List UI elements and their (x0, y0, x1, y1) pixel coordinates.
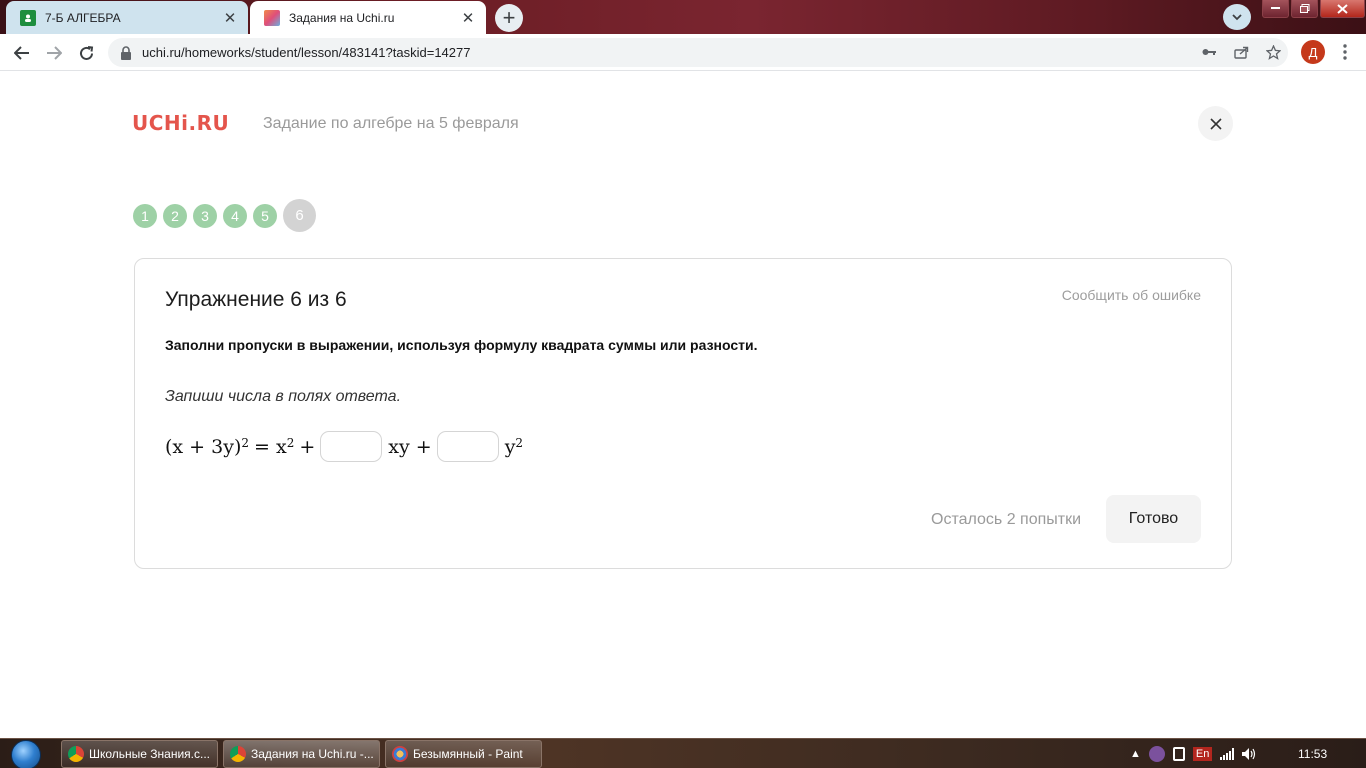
kebab-menu-icon[interactable] (1335, 40, 1355, 64)
formula-lhs-exponent: 2 (241, 435, 250, 450)
uchi-favicon-icon (264, 9, 280, 26)
tab-label: 7-Б АЛГЕБРА (45, 10, 121, 25)
window-controls (1262, 0, 1366, 18)
step-6-current[interactable]: 6 (283, 199, 316, 232)
done-button[interactable]: Готово (1106, 495, 1201, 543)
forward-arrow-icon[interactable] (41, 40, 67, 66)
taskbar-item-label: Безымянный - Paint (413, 747, 523, 761)
taskbar-item-paint[interactable]: Безымянный - Paint (385, 740, 542, 768)
windows-start-icon (11, 740, 41, 768)
browser-tab-strip: 7-Б АЛГЕБРА ✕ Задания на Uchi.ru ✕ + (0, 0, 1366, 34)
profile-avatar[interactable]: Д (1301, 40, 1325, 64)
key-icon[interactable] (1200, 43, 1218, 61)
url-text: uchi.ru/homeworks/student/lesson/483141?… (142, 45, 471, 60)
exercise-hint: Запиши числа в полях ответа. (165, 388, 402, 405)
tab-search-icon[interactable] (1223, 4, 1251, 30)
chrome-icon (68, 746, 84, 762)
viber-icon[interactable] (1148, 746, 1165, 762)
taskbar-item-label: Задания на Uchi.ru -... (251, 747, 374, 761)
window-close-icon[interactable] (1320, 0, 1365, 18)
network-icon[interactable] (1220, 748, 1235, 760)
system-tray: ▲ En (1130, 739, 1256, 768)
formula-xy-plus: xy + (388, 435, 432, 458)
homework-title: Задание по алгебре на 5 февраля (263, 115, 519, 132)
close-tab-icon[interactable]: ✕ (458, 8, 478, 28)
classroom-icon (20, 9, 36, 26)
formula: (x + 3y) 2 = x2 + xy + y2 (165, 431, 523, 462)
windows-taskbar: Школьные Знания.с... Задания на Uchi.ru … (0, 738, 1366, 768)
exercise-steps: 1 2 3 4 5 6 (133, 199, 322, 232)
reload-icon[interactable] (73, 40, 99, 66)
tab-label: Задания на Uchi.ru (289, 10, 395, 25)
exercise-instruction: Заполни пропуски в выражении, используя … (165, 337, 758, 353)
close-icon[interactable] (1198, 106, 1233, 141)
report-error-link[interactable]: Сообщить об ошибке (1062, 287, 1201, 303)
tab-uchi[interactable]: Задания на Uchi.ru ✕ (250, 1, 486, 34)
bookmark-star-icon[interactable] (1264, 43, 1282, 61)
tab-algebra[interactable]: 7-Б АЛГЕБРА ✕ (6, 1, 248, 34)
step-3[interactable]: 3 (193, 203, 217, 228)
step-1[interactable]: 1 (133, 203, 157, 228)
back-arrow-icon[interactable] (9, 40, 35, 66)
close-tab-icon[interactable]: ✕ (220, 8, 240, 28)
step-5[interactable]: 5 (253, 203, 277, 228)
uchi-logo[interactable]: UCHi.RU (132, 111, 229, 135)
taskbar-item-znania[interactable]: Школьные Знания.с... (61, 740, 218, 768)
chrome-icon (230, 746, 246, 762)
volume-icon[interactable] (1242, 748, 1256, 760)
taskbar-item-uchi[interactable]: Задания на Uchi.ru -... (223, 740, 380, 768)
address-bar[interactable]: uchi.ru/homeworks/student/lesson/483141?… (108, 38, 1288, 67)
language-indicator[interactable]: En (1192, 747, 1213, 761)
new-tab-button[interactable]: + (495, 4, 523, 32)
formula-y: y (504, 435, 516, 458)
formula-y-exponent: 2 (515, 435, 524, 450)
taskbar-item-label: Школьные Знания.с... (89, 747, 211, 761)
maximize-icon[interactable] (1291, 0, 1318, 18)
exercise-card: Упражнение 6 из 6 Сообщить об ошибке Зап… (134, 258, 1232, 569)
start-button[interactable] (6, 740, 46, 768)
step-4[interactable]: 4 (223, 203, 247, 228)
tray-app-icon[interactable] (1172, 747, 1185, 761)
clock[interactable]: 11:53 (1298, 747, 1327, 761)
formula-plus: + (299, 435, 316, 458)
share-icon[interactable] (1232, 43, 1250, 61)
minimize-icon[interactable] (1262, 0, 1289, 18)
lock-icon (120, 45, 132, 60)
formula-x-exponent: 2 (286, 435, 295, 450)
tray-expand-icon[interactable]: ▲ (1130, 748, 1141, 760)
attempts-left: Осталось 2 попытки (931, 511, 1082, 528)
paint-icon (392, 746, 408, 762)
exercise-title: Упражнение 6 из 6 (165, 288, 347, 311)
step-2[interactable]: 2 (163, 203, 187, 228)
browser-toolbar: uchi.ru/homeworks/student/lesson/483141?… (0, 34, 1366, 71)
formula-lhs: (x + 3y) (165, 435, 242, 458)
answer-input-2[interactable] (436, 431, 499, 462)
formula-equals-x: = x (254, 435, 287, 458)
answer-input-1[interactable] (320, 431, 383, 462)
